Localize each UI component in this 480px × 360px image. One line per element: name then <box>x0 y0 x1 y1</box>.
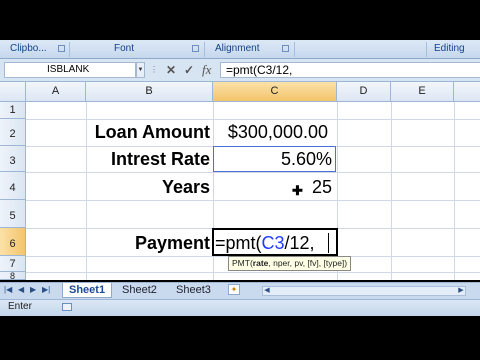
row-header-1[interactable]: 1 <box>0 102 26 119</box>
gridline <box>26 200 480 201</box>
scroll-right-icon[interactable]: ▶ <box>456 286 466 296</box>
last-sheet-icon[interactable]: ▶| <box>42 285 50 294</box>
formula-reference-c3: C3 <box>261 233 285 253</box>
divider <box>204 42 205 57</box>
gridline <box>454 102 455 280</box>
prev-sheet-icon[interactable]: ◀ <box>18 285 24 294</box>
cell-cursor-icon: ✚ <box>292 183 303 198</box>
ribbon-group-clipboard[interactable]: Clipbo... <box>10 42 47 56</box>
cell-c2[interactable]: $300,000.00 <box>213 122 328 143</box>
name-box[interactable]: ISBLANK <box>4 62 136 78</box>
tooltip-remaining-args: , nper, pv, [fv], [type]) <box>268 258 348 268</box>
ribbon-group-font[interactable]: Font <box>114 42 134 56</box>
gridline <box>26 172 480 173</box>
first-sheet-icon[interactable]: |◀ <box>4 285 12 294</box>
insert-function-icon[interactable]: fx <box>202 61 211 79</box>
row-header-2[interactable]: 2 <box>0 119 26 146</box>
column-header-partial[interactable] <box>454 82 480 102</box>
cell-c6-formula[interactable]: =pmt(C3/12, <box>215 233 315 254</box>
formula-input[interactable]: =pmt(C3/12, <box>220 62 480 78</box>
column-header-a[interactable]: A <box>26 82 86 102</box>
gridline <box>26 119 480 120</box>
divider <box>294 42 295 57</box>
select-all-corner[interactable] <box>0 82 26 102</box>
font-launcher-icon[interactable] <box>192 45 199 52</box>
ribbon-group-alignment[interactable]: Alignment <box>215 42 259 56</box>
row-header-4[interactable]: 4 <box>0 172 26 200</box>
cancel-icon[interactable]: ✕ <box>166 61 176 79</box>
tooltip-current-arg: rate <box>252 258 269 268</box>
column-header-b[interactable]: B <box>86 82 213 102</box>
cell-c3[interactable]: 5.60% <box>213 149 332 170</box>
cell-b2[interactable]: Loan Amount <box>86 122 210 143</box>
divider <box>426 42 427 57</box>
row-header-3[interactable]: 3 <box>0 146 26 172</box>
macro-record-icon[interactable] <box>62 303 72 311</box>
sheet-tab-sheet1[interactable]: Sheet1 <box>62 283 113 298</box>
divider <box>69 42 70 57</box>
grip-icon: ⋮ <box>150 65 158 74</box>
row-header-8[interactable]: 8 <box>0 272 26 280</box>
excel-window: Clipbo... Font Alignment Editing ISBLANK… <box>0 0 480 360</box>
name-box-dropdown-icon[interactable]: ▼ <box>136 62 145 78</box>
row-header-5[interactable]: 5 <box>0 200 26 228</box>
row-header-6[interactable]: 6 <box>0 228 26 256</box>
row-header-7[interactable]: 7 <box>0 256 26 272</box>
cell-b6[interactable]: Payment <box>86 233 210 254</box>
formula-suffix: /12, <box>284 233 315 253</box>
gridline <box>391 102 392 280</box>
scroll-left-icon[interactable]: ◀ <box>262 286 272 296</box>
column-header-d[interactable]: D <box>337 82 391 102</box>
cell-b4[interactable]: Years <box>86 177 210 198</box>
horizontal-scrollbar[interactable] <box>262 286 466 296</box>
enter-icon[interactable]: ✓ <box>184 61 194 79</box>
column-header-e[interactable]: E <box>391 82 454 102</box>
cell-c4[interactable]: 25 <box>213 177 332 198</box>
clipboard-launcher-icon[interactable] <box>58 45 65 52</box>
cell-b3[interactable]: Intrest Rate <box>86 149 210 170</box>
next-sheet-icon[interactable]: ▶ <box>30 285 36 294</box>
sheet-tab-sheet2[interactable]: Sheet2 <box>116 283 163 297</box>
tooltip-function: PMT( <box>232 258 253 268</box>
column-header-c[interactable]: C <box>213 82 337 102</box>
status-mode: Enter <box>8 301 32 312</box>
sheet-tab-sheet3[interactable]: Sheet3 <box>170 283 217 297</box>
function-argument-tooltip[interactable]: PMT(rate, nper, pv, [fv], [type]) <box>228 256 352 271</box>
insert-sheet-icon[interactable]: ✦ <box>228 284 240 295</box>
text-cursor <box>328 233 329 253</box>
gridline <box>26 272 480 273</box>
formula-prefix: =pmt( <box>215 233 262 253</box>
status-bar <box>0 299 480 316</box>
ribbon-group-editing[interactable]: Editing <box>434 42 465 56</box>
alignment-launcher-icon[interactable] <box>282 45 289 52</box>
